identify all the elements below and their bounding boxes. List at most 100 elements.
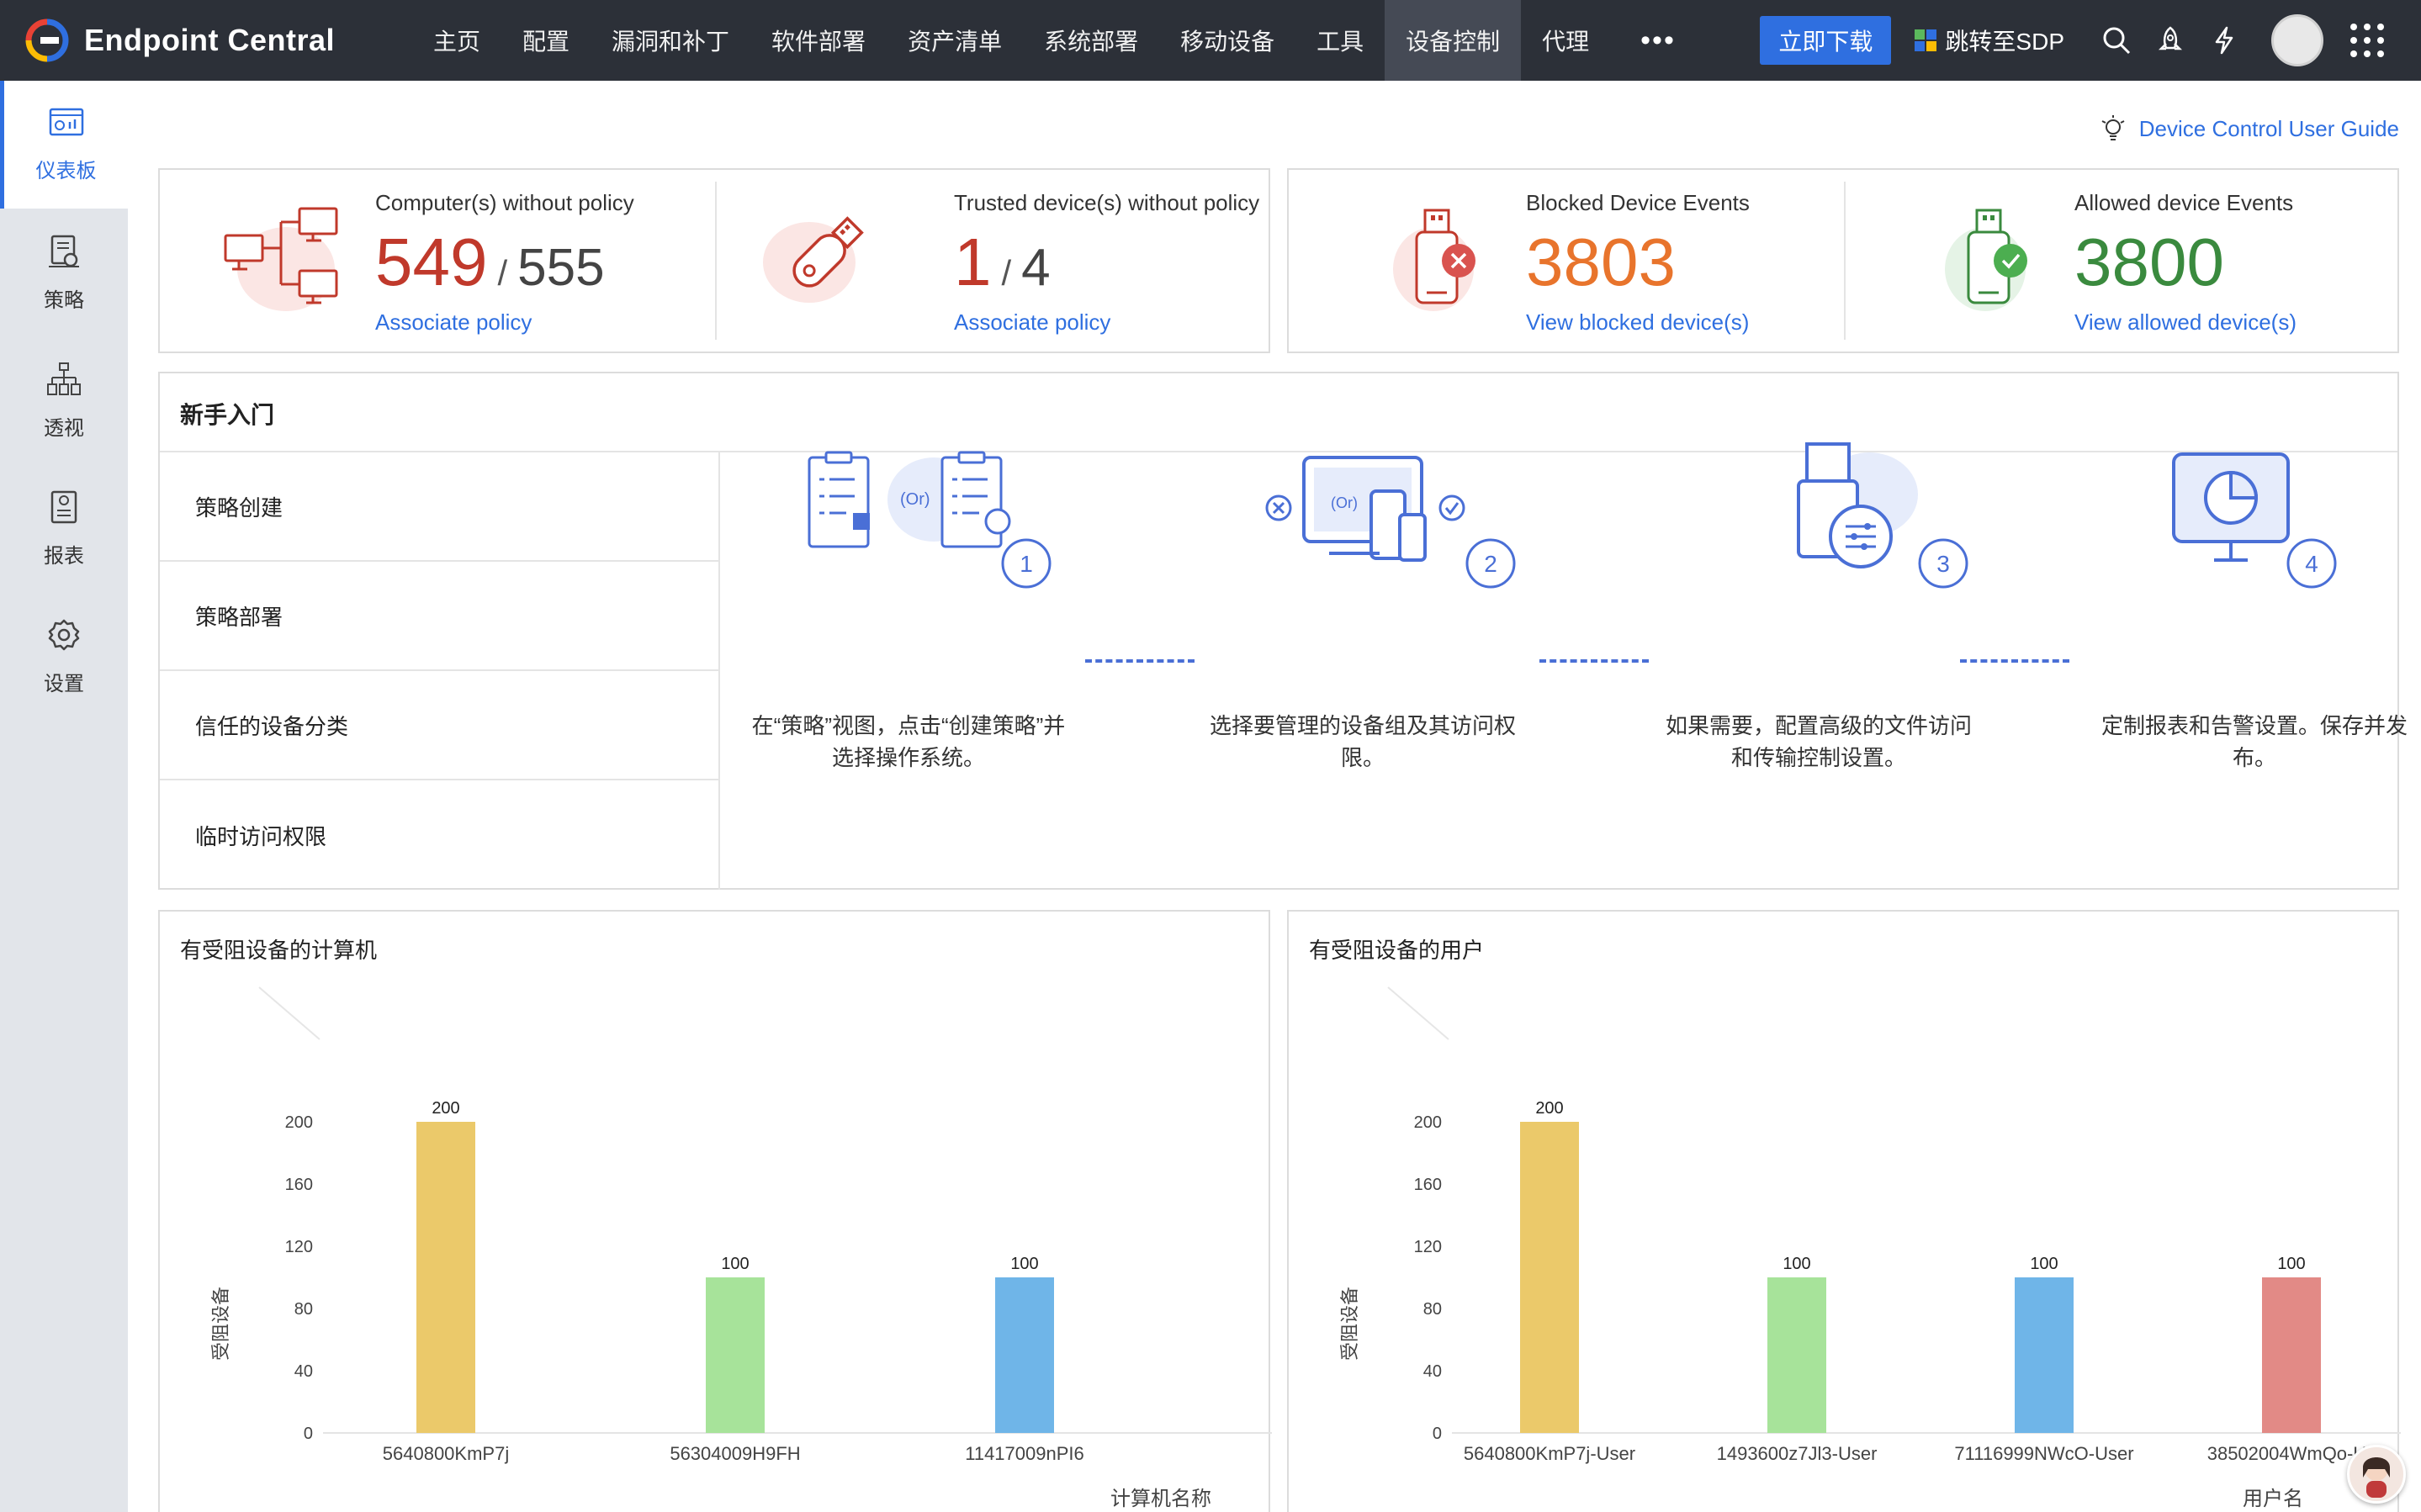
y-tick-label: 120: [1414, 1238, 1442, 1256]
chat-assistant-avatar[interactable]: [2347, 1445, 2406, 1504]
step-connector: [1085, 659, 1195, 663]
stat-title: Trusted device(s) without policy: [954, 190, 1260, 215]
x-tick-label: 56304009H9FH: [670, 1443, 800, 1464]
trusted-devices-without-policy-stat: Trusted device(s) without policy 1/4 Ass…: [717, 170, 1272, 352]
top-navigation-bar: Endpoint Central 主页 配置 漏洞和补丁 软件部署 资产清单 系…: [0, 0, 2421, 81]
device-group-access-illustration: (Or) 2: [1265, 456, 1516, 589]
getting-started-panel: 新手入门 策略创建 策略部署 信任的设备分类 临时访问权限 (Or) 1 在“策…: [158, 372, 2408, 890]
y-axis-label: 受阻设备: [1339, 1287, 1360, 1361]
sidebar-item-insight[interactable]: 透视: [0, 336, 128, 464]
sidebar-item-dashboard[interactable]: 仪表板: [0, 81, 128, 209]
nav-more-button[interactable]: •••: [1610, 0, 1706, 81]
nav-item-mobile-devices[interactable]: 移动设备: [1159, 0, 1295, 81]
bar-value-label: 100: [2277, 1255, 2305, 1273]
policy-summary-card: Computer(s) without policy 549/555 Assoc…: [158, 168, 1270, 353]
user-guide-label: Device Control User Guide: [2138, 115, 2399, 141]
step-number: 2: [1484, 551, 1497, 577]
user-avatar[interactable]: [2271, 14, 2323, 66]
stat-title: Allowed device Events: [2074, 190, 2294, 215]
main-content: Device Control User Guide Computer(s) wi…: [128, 81, 2421, 1512]
x-tick-label: 11417009nPI6: [965, 1443, 1084, 1464]
associate-policy-link[interactable]: Associate policy: [375, 309, 532, 336]
bar-value-label: 100: [2030, 1255, 2058, 1273]
sidebar-item-label: 仪表板: [35, 159, 97, 182]
step-connector: [1960, 659, 2069, 663]
app-name: Endpoint Central: [84, 23, 335, 57]
file-transfer-control-illustration: 3: [1797, 442, 1968, 589]
brand[interactable]: Endpoint Central: [25, 19, 379, 62]
lightbulb-gear-icon: [2101, 115, 2125, 140]
associate-policy-link[interactable]: Associate policy: [954, 309, 1110, 336]
insight-icon: [47, 362, 81, 395]
blocked-computers-bar-chart: 0 40 80 120 160 200 受阻设备 200 5640800KmP7j 100 5630…: [210, 986, 1272, 1510]
computers-network-icon: [224, 207, 338, 311]
stat-count: 549: [375, 225, 488, 299]
allowed-events-stat: Allowed device Events 3800 View allowed …: [1846, 170, 2401, 352]
y-tick-label: 160: [1414, 1176, 1442, 1194]
tab-policy-creation[interactable]: 策略创建: [160, 452, 718, 562]
y-tick-label: 200: [285, 1113, 313, 1132]
assistant-face-icon: [2363, 1457, 2390, 1498]
settings-icon: [48, 619, 80, 650]
nav-item-configuration[interactable]: 配置: [501, 0, 591, 81]
view-blocked-devices-link[interactable]: View blocked device(s): [1526, 309, 1749, 336]
nav-item-inventory[interactable]: 资产清单: [887, 0, 1023, 81]
step-number: 1: [1020, 551, 1033, 577]
sidebar-item-label: 策略: [44, 288, 84, 312]
allowed-usb-icon: [1945, 209, 2027, 311]
app-grid-icon[interactable]: [2349, 22, 2386, 59]
nav-item-tools[interactable]: 工具: [1295, 0, 1385, 81]
stat-count: 3803: [1526, 225, 1676, 299]
bar-value-label: 200: [1535, 1099, 1563, 1118]
step-description: 定制报表和告警设置。保存并发布。: [2100, 713, 2408, 770]
bar-value-label: 100: [1010, 1255, 1038, 1273]
stat-count: 3800: [2074, 225, 2224, 299]
y-tick-label: 120: [285, 1238, 313, 1256]
blocked-users-bar-chart: 0 40 80 120 160 200 受阻设备 200 5640800KmP7j-User 10…: [1339, 986, 2401, 1510]
nav-item-device-control[interactable]: 设备控制: [1385, 0, 1522, 81]
search-icon[interactable]: [2100, 24, 2133, 57]
sidebar-item-label: 透视: [44, 416, 84, 440]
report-alert-illustration: 4: [2172, 452, 2337, 589]
bar-value-label: 100: [1783, 1255, 1810, 1273]
chart-decoration: [1387, 986, 1449, 1040]
step-description: 如果需要，配置高级的文件访问和传输控制设置。: [1665, 713, 1972, 770]
stat-value: 549/555: [375, 229, 605, 296]
y-tick-label: 80: [294, 1300, 313, 1319]
blocked-usb-icon: [1393, 209, 1475, 311]
or-label: (Or): [1331, 494, 1358, 511]
sidebar-item-label: 报表: [44, 544, 84, 568]
sidebar-item-policy[interactable]: 策略: [0, 209, 128, 336]
tab-trusted-device-classification[interactable]: 信任的设备分类: [160, 671, 718, 780]
getting-started-title: 新手入门: [180, 402, 275, 428]
stat-value: 1/4: [954, 229, 1051, 296]
computers-without-policy-stat: Computer(s) without policy 549/555 Assoc…: [160, 170, 715, 352]
nav-item-agent[interactable]: 代理: [1521, 0, 1610, 81]
download-button[interactable]: 立即下载: [1760, 16, 1892, 65]
tab-policy-deployment[interactable]: 策略部署: [160, 562, 718, 671]
rocket-icon[interactable]: [2153, 24, 2187, 57]
nav-item-software-deployment[interactable]: 软件部署: [750, 0, 887, 81]
policy-icon: [49, 235, 79, 267]
tab-temporary-access[interactable]: 临时访问权限: [160, 780, 718, 890]
nav-item-home[interactable]: 主页: [412, 0, 501, 81]
nav-item-threats-patches[interactable]: 漏洞和补丁: [591, 0, 750, 81]
y-tick-label: 0: [1433, 1425, 1442, 1443]
endpoint-central-logo-icon: [25, 19, 69, 62]
bar: [706, 1277, 765, 1433]
x-tick-label: 1493600z7Jl3-User: [1717, 1443, 1878, 1464]
sidebar-item-reports[interactable]: 报表: [0, 464, 128, 592]
nav-item-os-deployment[interactable]: 系统部署: [1023, 0, 1159, 81]
main-nav: 主页 配置 漏洞和补丁 软件部署 资产清单 系统部署 移动设备 工具 设备控制 …: [412, 0, 1706, 81]
view-allowed-devices-link[interactable]: View allowed device(s): [2074, 309, 2297, 336]
bar-value-label: 200: [432, 1099, 459, 1118]
dashboard-icon: [49, 108, 83, 135]
bar-value-label: 100: [721, 1255, 749, 1273]
sidebar-item-settings[interactable]: 设置: [0, 592, 128, 720]
sdp-link[interactable]: 跳转至SDP: [1913, 24, 2064, 57]
user-guide-link[interactable]: Device Control User Guide: [2099, 114, 2399, 143]
blocked-events-stat: Blocked Device Events 3803 View blocked …: [1289, 170, 1844, 352]
stat-separator: /: [497, 253, 508, 293]
x-axis-label: 用户名: [2243, 1488, 2303, 1510]
lightning-icon[interactable]: [2207, 24, 2241, 57]
